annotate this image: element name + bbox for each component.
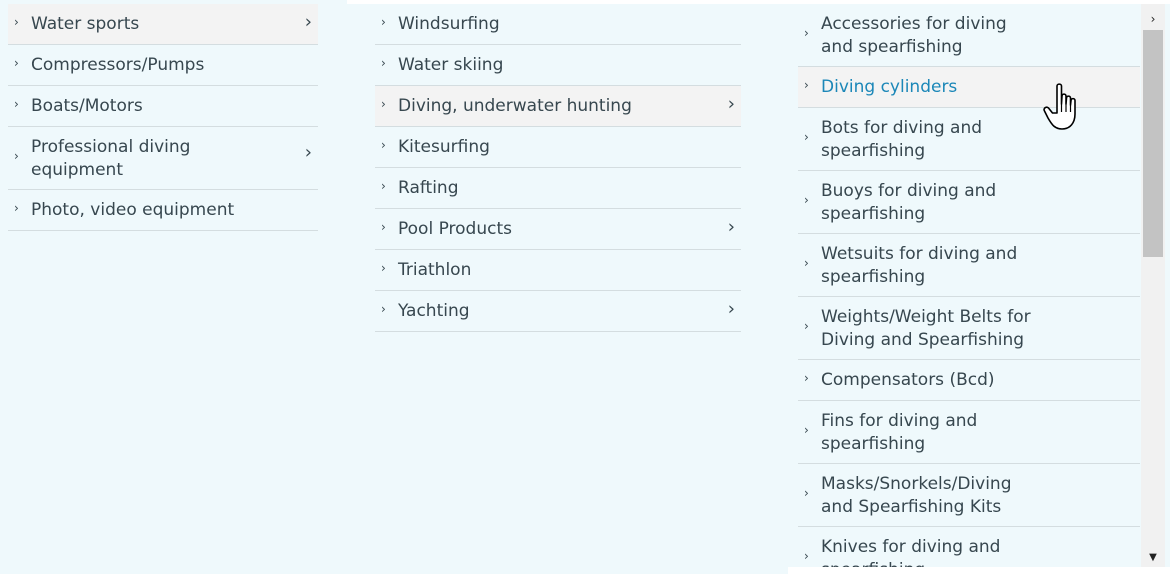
menu-item-label: Buoys for diving and spearfishing bbox=[821, 181, 997, 224]
chevron-right-icon: › bbox=[304, 142, 312, 163]
menu-item-masks-snorkels[interactable]: › Masks/Snorkels/Diving and Spearfishing… bbox=[798, 464, 1140, 527]
menu-item-label: Bots for diving and spearfishing bbox=[821, 118, 983, 161]
menu-item-water-skiing[interactable]: › Water skiing bbox=[375, 45, 741, 86]
menu-item-label: Weights/Weight Belts for Diving and Spea… bbox=[821, 307, 1031, 350]
chevron-right-small-icon: › bbox=[14, 148, 19, 163]
column-3-scrollbar[interactable]: › ▼ bbox=[1141, 4, 1165, 567]
chevron-right-small-icon: › bbox=[381, 137, 386, 152]
chevron-right-small-icon: › bbox=[14, 200, 19, 215]
menu-item-boats-motors[interactable]: › Boats/Motors bbox=[8, 86, 318, 127]
hand-pointer-icon bbox=[1043, 83, 1076, 130]
chevron-right-small-icon: › bbox=[804, 25, 809, 40]
menu-item-rafting[interactable]: › Rafting bbox=[375, 168, 741, 209]
menu-item-buoys[interactable]: › Buoys for diving and spearfishing bbox=[798, 171, 1140, 234]
menu-item-knives[interactable]: › Knives for diving and spearfishing bbox=[798, 527, 1140, 567]
menu-item-label: Diving cylinders bbox=[821, 76, 958, 97]
chevron-right-small-icon: › bbox=[804, 129, 809, 144]
menu-item-label: Compressors/Pumps bbox=[31, 54, 205, 75]
menu-item-weights[interactable]: › Weights/Weight Belts for Diving and Sp… bbox=[798, 297, 1140, 360]
category-list-level-1: › Water sports › › Compressors/Pumps › B… bbox=[8, 4, 318, 231]
menu-item-fins[interactable]: › Fins for diving and spearfishing bbox=[798, 401, 1140, 464]
menu-item-compensators[interactable]: › Compensators (Bcd) bbox=[798, 360, 1140, 401]
menu-item-label: Windsurfing bbox=[398, 13, 500, 34]
menu-item-label: Boats/Motors bbox=[31, 95, 143, 116]
category-list-level-2: › Windsurfing › Water skiing › Diving, u… bbox=[375, 4, 741, 332]
chevron-right-icon: › bbox=[727, 93, 735, 115]
scroll-down-arrow-icon[interactable]: ▼ bbox=[1141, 549, 1165, 565]
chevron-right-small-icon: › bbox=[804, 77, 809, 92]
chevron-right-small-icon: › bbox=[14, 96, 19, 111]
chevron-right-small-icon: › bbox=[804, 192, 809, 207]
menu-item-wetsuits[interactable]: › Wetsuits for diving and spearfishing bbox=[798, 234, 1140, 297]
menu-item-label: Accessories for diving and spearfishing bbox=[821, 14, 1007, 57]
chevron-right-small-icon: › bbox=[14, 55, 19, 70]
menu-item-professional-diving-equipment[interactable]: › Professional diving equipment › bbox=[8, 127, 318, 190]
chevron-right-small-icon: › bbox=[804, 255, 809, 270]
chevron-right-small-icon: › bbox=[804, 318, 809, 333]
menu-item-label: Knives for diving and spearfishing bbox=[821, 537, 1001, 567]
chevron-right-small-icon: › bbox=[804, 485, 809, 500]
menu-item-label: Rafting bbox=[398, 177, 459, 198]
menu-item-label: Water skiing bbox=[398, 54, 504, 75]
menu-item-label: Yachting bbox=[398, 300, 470, 321]
menu-item-label: Water sports bbox=[31, 13, 140, 34]
chevron-right-icon: › bbox=[727, 216, 735, 238]
chevron-right-small-icon: › bbox=[804, 422, 809, 437]
menu-item-label: Triathlon bbox=[398, 259, 472, 280]
menu-item-label: Wetsuits for diving and spearfishing bbox=[821, 244, 1018, 287]
chevron-right-icon: › bbox=[727, 298, 735, 320]
chevron-right-small-icon: › bbox=[381, 260, 386, 275]
menu-item-compressors-pumps[interactable]: › Compressors/Pumps bbox=[8, 45, 318, 86]
menu-item-diving-underwater-hunting[interactable]: › Diving, underwater hunting › bbox=[375, 86, 741, 127]
chevron-right-small-icon: › bbox=[381, 96, 386, 111]
menu-item-label: Masks/Snorkels/Diving and Spearfishing K… bbox=[821, 474, 1012, 517]
chevron-right-small-icon: › bbox=[381, 301, 386, 316]
menu-item-label: Compensators (Bcd) bbox=[821, 369, 995, 390]
menu-item-label: Kitesurfing bbox=[398, 136, 490, 157]
menu-item-triathlon[interactable]: › Triathlon bbox=[375, 250, 741, 291]
chevron-right-small-icon: › bbox=[804, 370, 809, 385]
menu-item-label: Diving, underwater hunting bbox=[398, 95, 632, 116]
chevron-right-small-icon: › bbox=[381, 219, 386, 234]
chevron-right-small-icon: › bbox=[381, 178, 386, 193]
menu-item-label: Pool Products bbox=[398, 218, 512, 239]
menu-item-label: Fins for diving and spearfishing bbox=[821, 411, 978, 454]
chevron-right-small-icon: › bbox=[804, 548, 809, 563]
menu-item-windsurfing[interactable]: › Windsurfing bbox=[375, 4, 741, 45]
menu-item-water-sports[interactable]: › Water sports › bbox=[8, 4, 318, 45]
menu-item-accessories[interactable]: › Accessories for diving and spearfishin… bbox=[798, 4, 1140, 67]
scrollbar-thumb[interactable] bbox=[1143, 30, 1163, 257]
menu-item-pool-products[interactable]: › Pool Products › bbox=[375, 209, 741, 250]
menu-item-label: Professional diving equipment bbox=[31, 137, 191, 180]
menu-item-kitesurfing[interactable]: › Kitesurfing bbox=[375, 127, 741, 168]
menu-item-label: Photo, video equipment bbox=[31, 199, 235, 220]
category-column-3: › Accessories for diving and spearfishin… bbox=[788, 4, 1170, 567]
menu-item-yachting[interactable]: › Yachting › bbox=[375, 291, 741, 332]
menu-item-photo-video-equipment[interactable]: › Photo, video equipment bbox=[8, 190, 318, 231]
chevron-right-icon: › bbox=[304, 11, 312, 33]
category-column-1: › Water sports › › Compressors/Pumps › B… bbox=[0, 0, 347, 574]
chevron-right-small-icon: › bbox=[381, 14, 386, 29]
chevron-right-small-icon: › bbox=[381, 55, 386, 70]
chevron-right-small-icon: › bbox=[14, 14, 19, 29]
category-column-2: › Windsurfing › Water skiing › Diving, u… bbox=[347, 4, 788, 574]
